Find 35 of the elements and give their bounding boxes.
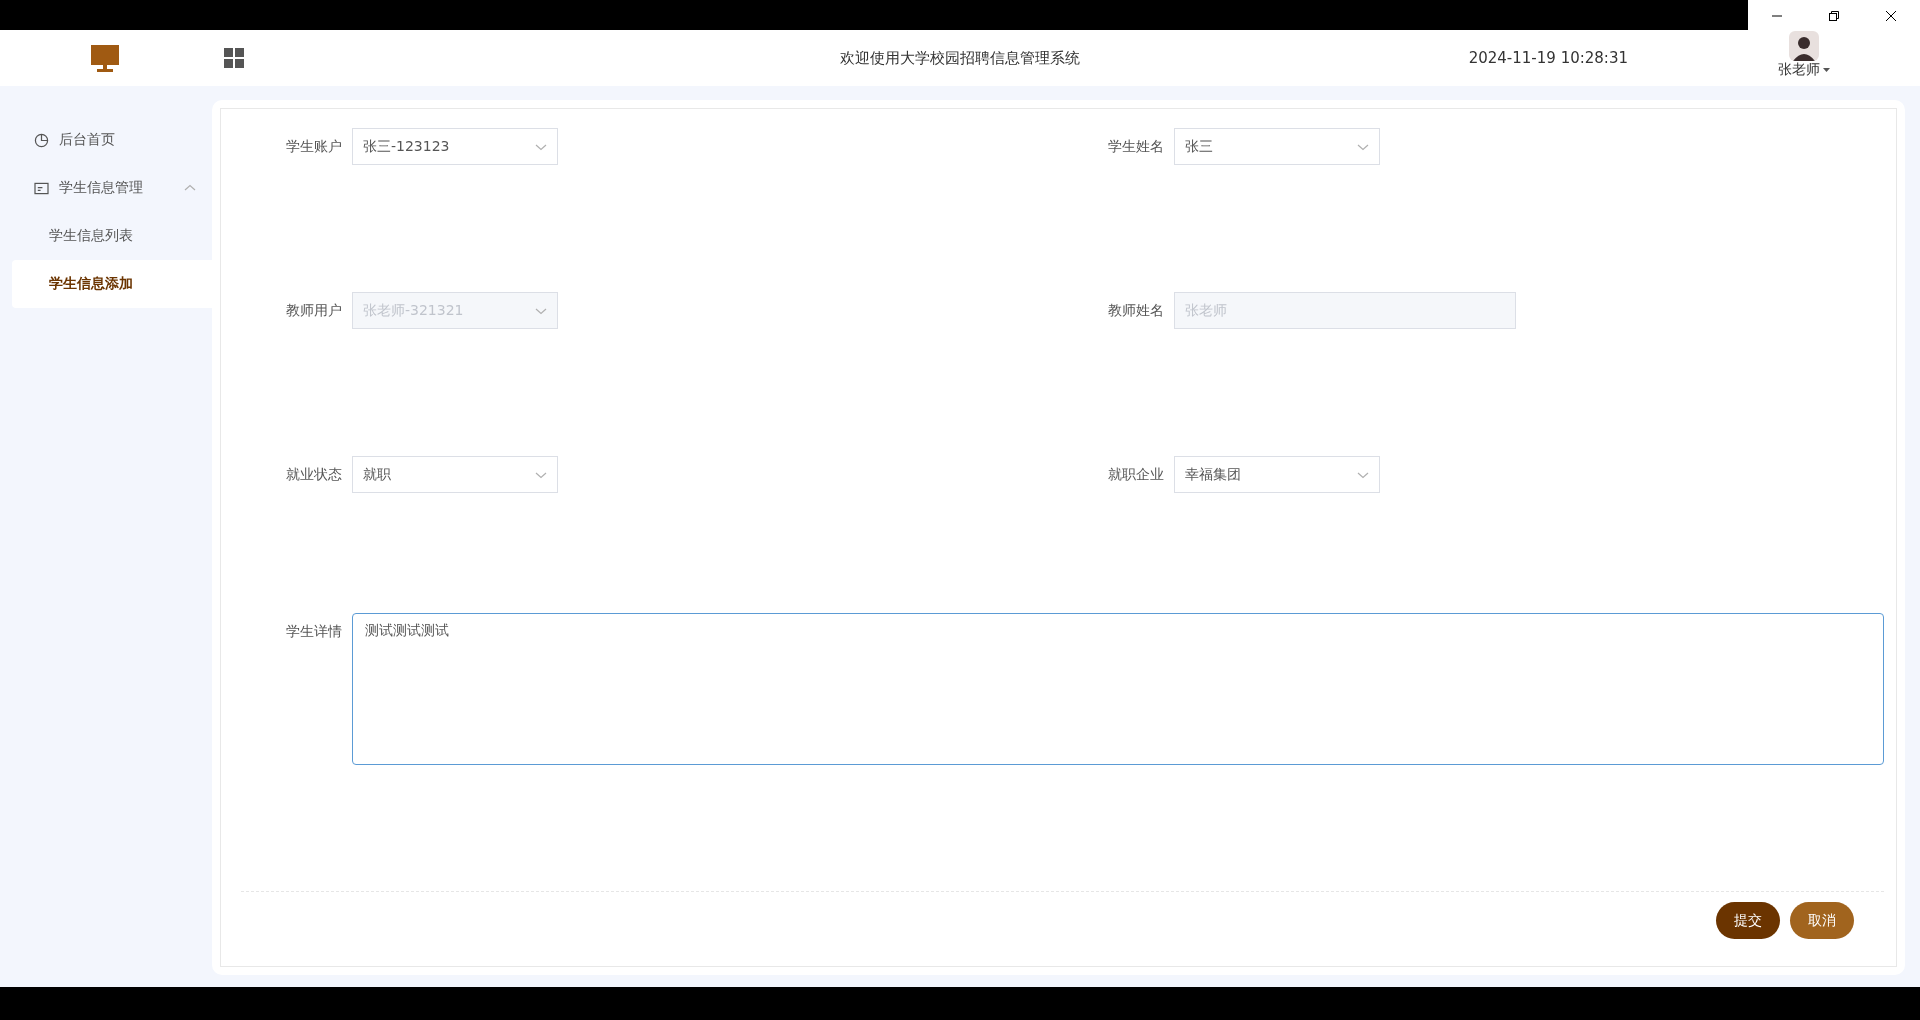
restore-icon [1828,10,1840,22]
monitor-icon [90,43,120,73]
chevron-down-icon [535,142,547,151]
chevron-down-icon [535,306,547,315]
cancel-button[interactable]: 取消 [1790,902,1854,939]
field-label: 教师用户 [285,301,343,320]
sidebar-subitem[interactable]: 学生信息列表 [12,212,212,260]
chevron-down-icon [535,470,547,479]
select-field[interactable]: 张三 [1173,128,1380,165]
caret-icon [1823,67,1830,73]
sidebar-subitem[interactable]: 学生信息添加 [12,260,212,308]
grid-icon[interactable] [224,48,244,68]
user-menu[interactable]: 张老师 [1778,61,1830,79]
details-textarea[interactable]: 测试测试测试 [352,613,1884,765]
select-field[interactable]: 张三-123123 [352,128,558,165]
card-icon [34,181,49,195]
field-label: 学生姓名 [1106,137,1165,156]
select-field[interactable]: 幸福集团 [1173,456,1380,493]
close-icon [1885,10,1898,22]
chevron-down-icon [1356,470,1369,479]
field-label: 学生详情 [285,622,343,641]
app-title: 欢迎使用大学校园招聘信息管理系统 [840,48,1080,68]
field-label: 就职企业 [1106,465,1165,484]
submit-button[interactable]: 提交 [1716,902,1780,939]
chevron-down-icon [1356,142,1369,151]
field-label: 就业状态 [285,465,343,484]
field-label: 教师姓名 [1106,301,1165,320]
clock-icon [34,132,49,148]
sidebar-item[interactable]: 后台首页 [12,116,212,164]
chevron-up-icon [184,184,196,192]
date-time: 2024-11-19 10:28:31 [1468,49,1628,67]
sidebar-item[interactable]: 学生信息管理 [12,164,212,212]
avatar [1789,31,1819,61]
field-label: 学生账户 [285,137,343,156]
select-field[interactable]: 就职 [352,456,558,493]
